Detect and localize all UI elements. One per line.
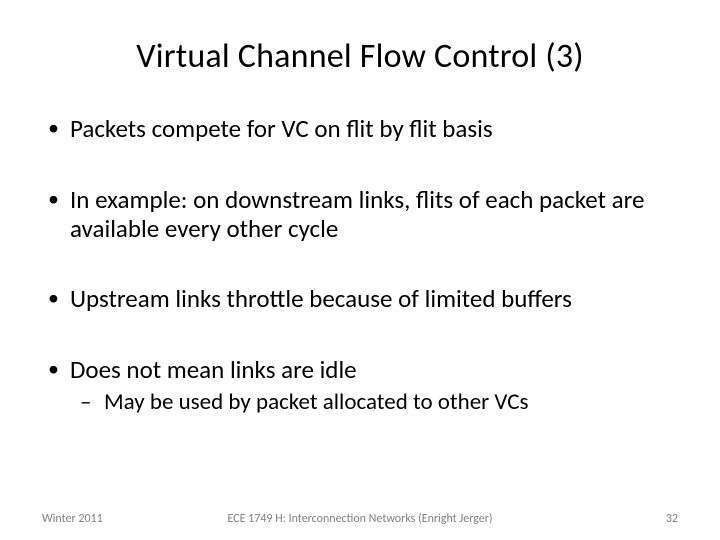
slide: Virtual Channel Flow Control (3) Packets…: [0, 0, 720, 540]
slide-title: Virtual Channel Flow Control (3): [42, 36, 678, 77]
sub-bullet-list: May be used by packet allocated to other…: [70, 389, 678, 417]
footer-right: 32: [666, 512, 678, 526]
bullet-item: Does not mean links are idle May be used…: [42, 356, 678, 416]
bullet-item: Packets compete for VC on flit by flit b…: [42, 115, 678, 144]
bullet-text: Does not mean links are idle: [70, 354, 357, 385]
bullet-item: Upstream links throttle because of limit…: [42, 285, 678, 314]
sub-bullet-item: May be used by packet allocated to other…: [74, 389, 678, 417]
bullet-text: Packets compete for VC on flit by flit b…: [70, 113, 493, 144]
bullet-text: Upstream links throttle because of limit…: [70, 283, 572, 314]
slide-footer: Winter 2011 ECE 1749 H: Interconnection …: [0, 512, 720, 526]
footer-center: ECE 1749 H: Interconnection Networks (En…: [227, 512, 492, 526]
footer-left: Winter 2011: [42, 512, 103, 526]
bullet-list: Packets compete for VC on flit by flit b…: [42, 115, 678, 416]
sub-bullet-text: May be used by packet allocated to other…: [104, 388, 528, 416]
bullet-item: In example: on downstream links, flits o…: [42, 186, 678, 244]
bullet-text: In example: on downstream links, flits o…: [70, 184, 644, 244]
